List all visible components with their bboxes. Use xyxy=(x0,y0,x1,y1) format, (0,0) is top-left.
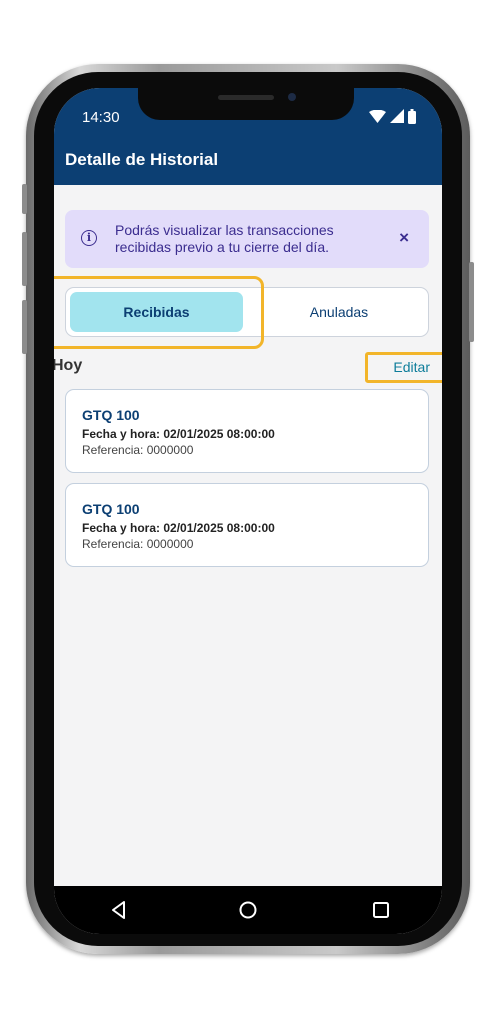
side-button-volume-down xyxy=(22,300,27,354)
tab-anuladas[interactable]: Anuladas xyxy=(252,292,426,332)
app-bar: 14:30 Detalle de Historial xyxy=(54,88,442,185)
battery-icon xyxy=(408,108,416,124)
section-title: Hoy xyxy=(54,357,83,374)
transaction-datetime: Fecha y hora: 02/01/2025 08:00:00 xyxy=(82,521,275,535)
page-title: Detalle de Historial xyxy=(65,150,219,169)
transaction-card[interactable]: GTQ 100 Fecha y hora: 02/01/2025 08:00:0… xyxy=(65,483,429,567)
side-button-mute xyxy=(22,184,27,214)
recents-icon[interactable] xyxy=(370,899,392,921)
info-banner-text: Podrás visualizar las transacciones reci… xyxy=(115,222,334,255)
front-camera xyxy=(288,93,296,101)
speaker-grille xyxy=(218,95,274,100)
info-banner: i Podrás visualizar las transacciones re… xyxy=(65,210,429,268)
transaction-reference: Referencia: 0000000 xyxy=(82,537,194,551)
transaction-datetime: Fecha y hora: 02/01/2025 08:00:00 xyxy=(82,427,275,441)
home-icon[interactable] xyxy=(237,899,259,921)
tab-highlight-outline xyxy=(54,276,264,349)
close-icon[interactable]: × xyxy=(399,229,409,247)
wifi-icon xyxy=(369,109,386,123)
navigation-bar xyxy=(54,886,442,934)
transaction-reference: Referencia: 0000000 xyxy=(82,443,194,457)
side-button-power xyxy=(469,262,474,342)
back-icon[interactable] xyxy=(108,899,130,921)
transaction-card[interactable]: GTQ 100 Fecha y hora: 02/01/2025 08:00:0… xyxy=(65,389,429,473)
status-time: 14:30 xyxy=(82,109,120,126)
status-icons xyxy=(369,108,416,124)
side-button-volume-up xyxy=(22,232,27,286)
camera-notch xyxy=(138,88,354,120)
edit-highlight-outline xyxy=(365,352,442,383)
phone-screen: 14:30 Detalle de Historial i Podrás visu… xyxy=(54,88,442,934)
transaction-amount: GTQ 100 xyxy=(82,501,140,517)
info-icon: i xyxy=(81,230,97,246)
signal-icon xyxy=(390,109,404,123)
transaction-amount: GTQ 100 xyxy=(82,407,140,423)
